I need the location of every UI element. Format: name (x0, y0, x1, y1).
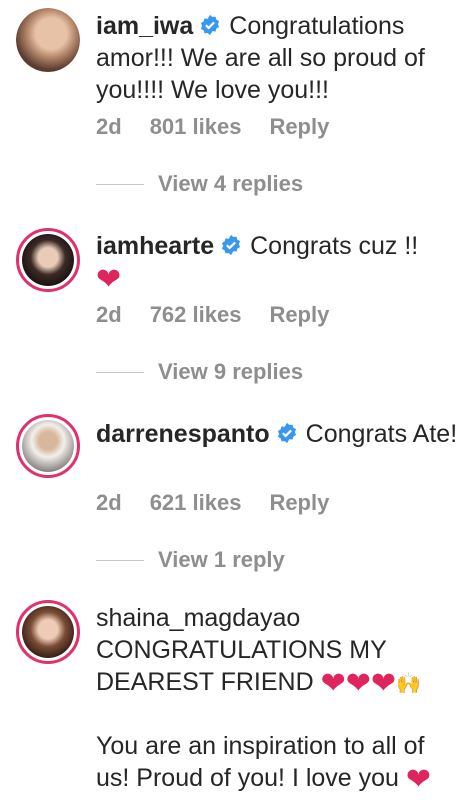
comment-time: 2d (96, 490, 122, 515)
comment-body: shaina_magdayao CONGRATULATIONS MY DEARE… (96, 602, 460, 795)
red-hearts-emoji: ❤❤❤ (320, 667, 397, 700)
comment-text: Congrats Ate! (305, 420, 458, 448)
comment-username[interactable]: darrenespanto (96, 420, 270, 448)
comment-meta: 2d 762 likes Reply (96, 302, 357, 328)
reply-button[interactable]: Reply (269, 490, 329, 515)
avatar[interactable] (16, 600, 80, 664)
comment-time: 2d (96, 114, 122, 139)
red-heart-emoji: ❤ (405, 763, 432, 796)
comment-meta: 2d 801 likes Reply (96, 114, 357, 140)
comment-time: 2d (96, 302, 122, 327)
comment-username[interactable]: iam_iwa (96, 12, 193, 40)
view-replies-button[interactable]: View 1 reply (96, 547, 285, 573)
view-replies-label: View 9 replies (158, 359, 304, 384)
red-heart-emoji: ❤ (96, 263, 122, 296)
reply-button[interactable]: Reply (269, 302, 329, 327)
replies-divider (96, 559, 144, 561)
comment-text-continued: You are an inspiration to all of us! Pro… (96, 732, 425, 792)
view-replies-label: View 1 reply (158, 547, 285, 572)
avatar[interactable] (16, 414, 80, 478)
comment-likes[interactable]: 762 likes (150, 302, 242, 327)
raising-hands-emoji: 🙌 (396, 673, 421, 695)
comment-likes[interactable]: 801 likes (150, 114, 242, 139)
avatar[interactable] (16, 228, 80, 292)
view-replies-button[interactable]: View 4 replies (96, 171, 303, 197)
comment-meta: 2d 621 likes Reply (96, 490, 357, 516)
comment-body: iam_iwa Congratulations amor!!! We are al… (96, 10, 460, 106)
comment-body: iamhearte Congrats cuz !! ❤ (96, 230, 460, 295)
comment-username[interactable]: shaina_magdayao (96, 604, 300, 632)
comment-body: darrenespanto Congrats Ate! (96, 418, 460, 450)
verified-badge-icon (277, 422, 296, 444)
replies-divider (96, 371, 144, 373)
view-replies-label: View 4 replies (158, 171, 304, 196)
replies-divider (96, 183, 144, 185)
verified-badge-icon (201, 14, 220, 36)
view-replies-button[interactable]: View 9 replies (96, 359, 303, 385)
verified-badge-icon (222, 234, 241, 256)
comment-text: Congrats cuz !! (250, 232, 419, 260)
comment-likes[interactable]: 621 likes (150, 490, 242, 515)
avatar[interactable] (16, 8, 80, 72)
comment-username[interactable]: iamhearte (96, 232, 214, 260)
reply-button[interactable]: Reply (269, 114, 329, 139)
